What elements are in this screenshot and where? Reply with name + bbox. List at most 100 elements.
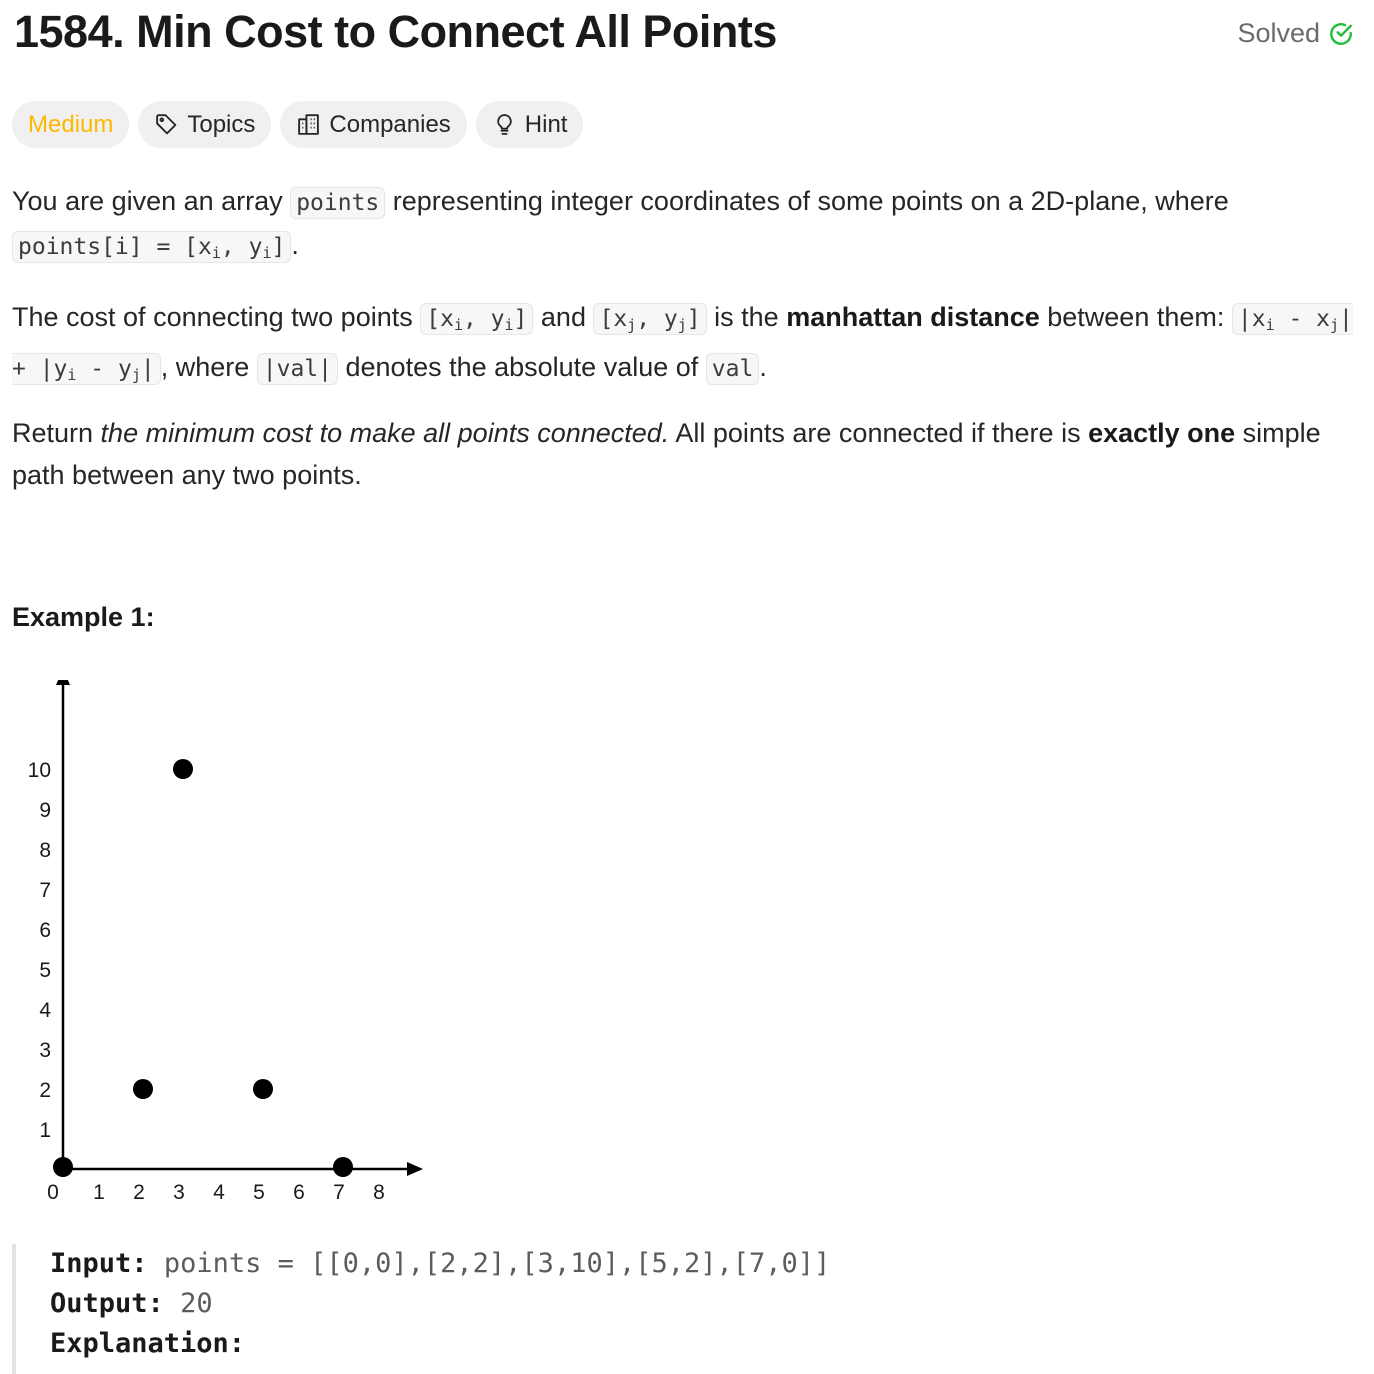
y-tick-label: 4 [39,999,51,1022]
y-tick-label: 10 [28,759,51,782]
text: All points are connected if there is [669,418,1089,448]
bold-text: exactly one [1088,418,1236,448]
y-tick-label: 6 [39,919,51,942]
code-text: ] [513,306,528,332]
code-text: val [711,356,754,382]
x-tick-label: 7 [333,1181,345,1204]
text: representing integer coordinates of some… [385,186,1229,216]
x-tick-label: 6 [293,1181,305,1204]
code-text: | [140,356,155,382]
subscript: i [1265,316,1275,334]
tag-icon [156,114,177,135]
text: The cost of connecting two points [12,302,421,332]
text: is the [706,302,787,332]
code-text: |x [1237,306,1266,332]
x-tick-label: 0 [47,1181,59,1204]
data-point [133,1079,153,1099]
description-paragraph-2: The cost of connecting two points [xi, y… [12,296,1357,396]
example-explanation-line: Explanation: [50,1324,912,1364]
description-paragraph-1: You are given an array points representi… [12,180,1357,274]
inline-code-points-i: points[i] = [xi, yi] [12,231,292,263]
difficulty-label: Medium [28,110,114,138]
x-tick-label: 1 [93,1181,105,1204]
data-point [53,1157,73,1177]
code-text: - y [76,356,132,382]
text: and [533,302,594,332]
lightbulb-icon [497,114,512,135]
input-label: Input: [50,1248,148,1279]
problem-title: 1584. Min Cost to Connect All Points [14,6,777,57]
code-text: points[i] = [x [18,234,212,260]
x-tick-label: 5 [253,1181,265,1204]
output-label: Output: [50,1288,164,1319]
code-text: - x [1274,306,1330,332]
text: between them: [1039,302,1232,332]
solved-status: Solved [1237,18,1354,49]
x-tick-label: 2 [133,1181,145,1204]
description-paragraph-3: Return the minimum cost to make all poin… [12,412,1357,496]
text: You are given an array [12,186,291,216]
explanation-label: Explanation: [50,1328,246,1359]
y-tick-label: 5 [39,959,51,982]
solved-label: Solved [1237,18,1320,48]
example-scatter-plot: 0 1 2 3 4 5 6 7 8 1 2 3 4 5 6 7 8 9 10 [28,680,423,1204]
y-tick-label: 8 [39,839,51,862]
inline-code-points: points [290,187,386,219]
y-tick-label: 9 [39,799,51,822]
x-tick-label: 3 [173,1181,185,1204]
text: Return [12,418,101,448]
example-block: Input: points = [[0,0],[2,2],[3,10],[5,2… [12,1244,912,1374]
code-text: points [296,190,380,216]
hint-label: Hint [524,110,568,138]
inline-code-point-i: [xi, yi] [420,303,534,335]
hint-button[interactable]: Hint [475,101,584,148]
companies-button[interactable]: Companies [280,101,467,148]
topics-label: Topics [187,110,256,138]
subscript: j [1330,316,1340,334]
x-tick-label: 8 [373,1181,385,1204]
code-text: |val| [262,356,332,382]
code-text: ] [271,234,286,260]
code-text: , y [220,234,263,260]
data-point [253,1079,273,1099]
text: . [759,352,767,382]
x-axis-arrow [407,1162,423,1176]
subscript: i [453,316,463,334]
subscript: i [211,244,221,262]
tag-bar: Medium Topics Companies Hint [12,101,584,148]
italic-text: the minimum cost to make all points conn… [100,418,670,448]
input-value: points = [[0,0],[2,2],[3,10],[5,2],[7,0]… [163,1248,831,1279]
difficulty-badge: Medium [12,101,130,148]
inline-code-val: val [705,353,760,385]
subscript: j [131,366,141,384]
data-point [173,759,193,779]
example-title: Example 1: [12,602,155,632]
example-input-line: Input: points = [[0,0],[2,2],[3,10],[5,2… [50,1244,912,1284]
check-circle-icon [1330,22,1352,45]
text: , where [160,352,257,382]
topics-button[interactable]: Topics [138,101,272,148]
y-tick-label: 7 [39,879,51,902]
text: denotes the absolute value of [338,352,706,382]
code-text: [x [426,306,454,332]
y-axis-arrow [56,680,70,685]
code-text: , y [636,306,678,332]
building-icon [298,114,320,135]
y-tick-label: 1 [39,1119,51,1142]
code-text: ] [686,306,701,332]
y-tick-label: 2 [39,1079,51,1102]
output-value: 20 [180,1288,213,1319]
code-text: [x [599,306,628,332]
bold-text: manhattan distance [786,302,1040,332]
y-tick-label: 3 [39,1039,51,1062]
code-text: , y [462,306,505,332]
companies-label: Companies [329,110,451,138]
inline-code-abs-val: |val| [256,353,338,385]
text: . [291,230,299,260]
x-tick-label: 4 [213,1181,225,1204]
data-point [333,1157,353,1177]
subscript: j [677,316,687,334]
inline-code-point-j: [xj, yj] [593,303,707,335]
example-output-line: Output: 20 [50,1284,912,1324]
subscript: j [627,316,637,334]
